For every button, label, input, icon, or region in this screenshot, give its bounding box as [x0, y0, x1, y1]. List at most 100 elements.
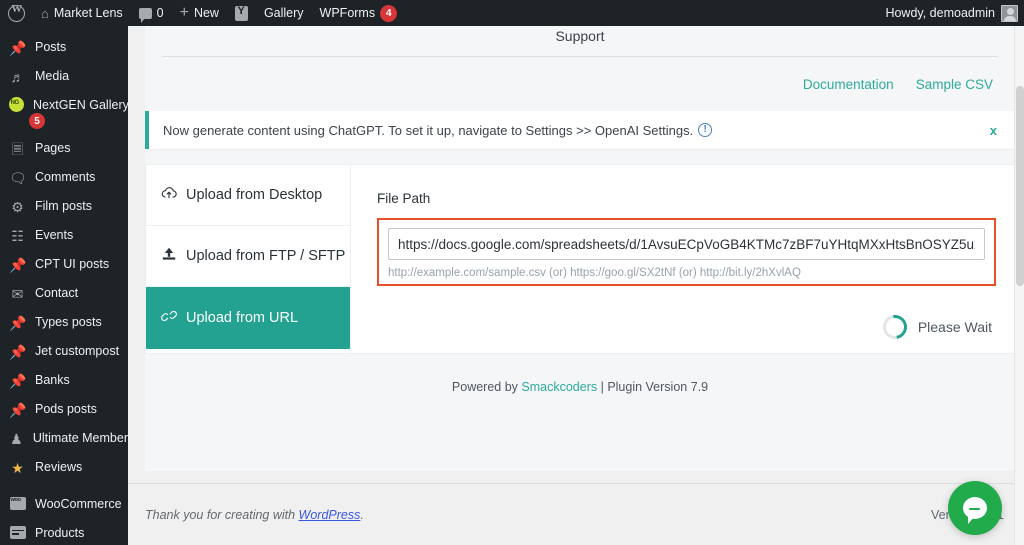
sidebar-item-label: Comments [35, 171, 95, 184]
documentation-link[interactable]: Documentation [803, 77, 894, 92]
pin-icon: 📌 [9, 374, 26, 388]
sidebar-item-jet-custompost[interactable]: 📌 Jet custompost [0, 337, 128, 366]
pin-icon: 📌 [9, 41, 26, 55]
footer-thanks-suffix: . [360, 508, 363, 522]
sidebar-item-contact[interactable]: ✉ Contact [0, 279, 128, 308]
notice-dismiss-button[interactable]: x [990, 123, 1001, 138]
file-path-label: File Path [377, 191, 996, 206]
sidebar-item-label: Media [35, 70, 69, 83]
sidebar-item-products[interactable]: Products [0, 519, 128, 545]
sidebar-item-woocommerce[interactable]: WooCommerce [0, 490, 128, 519]
sidebar-item-media[interactable]: ♬ Media [0, 62, 128, 91]
sidebar-item-reviews[interactable]: ★ Reviews [0, 453, 128, 482]
home-icon: ⌂ [41, 7, 49, 20]
wpforms-count-badge: 4 [380, 5, 397, 22]
file-path-input[interactable] [388, 228, 985, 260]
sidebar-item-label: CPT UI posts [35, 258, 109, 271]
sidebar-item-ultimate-member[interactable]: ♟ Ultimate Member [0, 424, 128, 453]
tab-upload-from-desktop[interactable]: Upload from Desktop [146, 165, 350, 226]
sidebar-item-label: Jet custompost [35, 345, 119, 358]
sidebar-item-film-posts[interactable]: ⚙ Film posts [0, 192, 128, 221]
sidebar-item-cpt-ui-posts[interactable]: 📌 CPT UI posts [0, 250, 128, 279]
browser-page: ⌂ Market Lens 0 + New Gallery WPForms 4 … [0, 0, 1024, 545]
sidebar-item-label: Products [35, 527, 84, 540]
pin-icon: 📌 [9, 403, 26, 417]
yoast-seo-icon [235, 6, 248, 21]
woocommerce-icon [9, 497, 26, 512]
header-links-row: Documentation Sample CSV [145, 57, 1015, 111]
sidebar-item-label: Pods posts [35, 403, 97, 416]
sidebar-item-label: Ultimate Member [33, 432, 128, 445]
sidebar-divider [0, 482, 128, 490]
user-avatar-icon [1001, 5, 1018, 22]
powered-suffix: | Plugin Version 7.9 [597, 380, 708, 394]
comment-bubble-icon [139, 8, 152, 19]
tab-upload-from-url[interactable]: Upload from URL [146, 287, 350, 349]
sidebar-item-label: Pages [35, 142, 70, 155]
notice-message: Now generate content using ChatGPT. To s… [163, 123, 693, 138]
page-scrollbar[interactable] [1014, 26, 1024, 545]
sidebar-item-types-posts[interactable]: 📌 Types posts [0, 308, 128, 337]
support-tab[interactable]: Support [145, 26, 1015, 56]
gallery-label: Gallery [264, 0, 304, 26]
pin-icon: 📌 [9, 316, 26, 330]
sidebar-item-comments[interactable]: 🗨 Comments [0, 163, 128, 192]
gallery-menu[interactable]: Gallery [256, 0, 312, 26]
pin-icon: 📌 [9, 345, 26, 359]
sidebar-item-label: Contact [35, 287, 78, 300]
envelope-icon: ✉ [9, 287, 26, 301]
please-wait-status: Please Wait [883, 315, 992, 339]
sidebar-item-events[interactable]: ☷ Events [0, 221, 128, 250]
new-label: New [194, 0, 219, 26]
loading-spinner-icon [878, 310, 911, 343]
sidebar-item-label: Banks [35, 374, 70, 387]
chat-bubble-icon [963, 497, 987, 519]
upload-form: File Path http://example.com/sample.csv … [351, 165, 1014, 353]
tab-label: Upload from URL [186, 310, 298, 326]
pin-icon: 📌 [9, 258, 26, 272]
admin-sidebar-menu[interactable]: 📌 Posts ♬ Media NextGEN Gallery 5 🗏 Page… [0, 26, 128, 545]
scrollbar-thumb[interactable] [1016, 86, 1024, 286]
chatgpt-notice: Now generate content using ChatGPT. To s… [145, 111, 1015, 149]
chat-widget-button[interactable] [948, 481, 1002, 535]
sidebar-item-pages[interactable]: 🗏 Pages [0, 134, 128, 163]
sidebar-item-label: NextGEN Gallery [33, 99, 128, 112]
wp-admin-bar: ⌂ Market Lens 0 + New Gallery WPForms 4 … [0, 0, 1024, 26]
site-name-menu[interactable]: ⌂ Market Lens [33, 0, 131, 26]
plugin-footer-credit: Powered by Smackcoders | Plugin Version … [145, 354, 1015, 412]
sidebar-item-label: Reviews [35, 461, 82, 474]
sidebar-item-pods-posts[interactable]: 📌 Pods posts [0, 395, 128, 424]
file-path-highlight-box: http://example.com/sample.csv (or) https… [377, 218, 996, 286]
yoast-menu[interactable] [227, 0, 256, 26]
wordpress-link[interactable]: WordPress [299, 508, 361, 522]
calendar-icon: ☷ [9, 229, 26, 243]
tab-label: Upload from FTP / SFTP [186, 248, 345, 264]
tab-upload-from-ftp-sftp[interactable]: Upload from FTP / SFTP [146, 226, 350, 287]
sample-csv-link[interactable]: Sample CSV [916, 77, 993, 92]
upload-arrow-icon [161, 247, 177, 266]
sidebar-item-banks[interactable]: 📌 Banks [0, 366, 128, 395]
wp-logo-menu[interactable] [0, 0, 33, 26]
sidebar-item-posts[interactable]: 📌 Posts [0, 33, 128, 62]
sidebar-item-nextgen-gallery[interactable]: NextGEN Gallery 5 [0, 91, 128, 120]
account-menu[interactable]: Howdy, demoadmin [885, 5, 1024, 22]
wpforms-menu[interactable]: WPForms 4 [312, 0, 406, 26]
footer-thanks-prefix: Thank you for creating with [145, 508, 299, 522]
cloud-upload-icon [161, 186, 177, 204]
pages-icon: 🗏 [9, 142, 26, 156]
tab-label: Upload from Desktop [186, 187, 322, 203]
support-tab-label: Support [555, 28, 604, 44]
smackcoders-link[interactable]: Smackcoders [521, 380, 597, 394]
person-icon: ♟ [9, 432, 24, 446]
wp-admin-footer: Thank you for creating with WordPress. V… [128, 483, 1024, 545]
nextgen-gallery-icon [9, 97, 24, 114]
new-content-menu[interactable]: + New [172, 0, 227, 26]
comments-menu[interactable]: 0 [131, 0, 172, 26]
link-chain-icon [161, 309, 177, 327]
info-circle-icon[interactable]: ! [698, 123, 712, 137]
comment-icon: 🗨 [9, 171, 26, 185]
howdy-label: Howdy, demoadmin [885, 6, 995, 20]
main-content: Support Documentation Sample CSV Now gen… [128, 26, 1024, 545]
sidebar-item-label: WooCommerce [35, 498, 122, 511]
nextgen-update-badge: 5 [29, 113, 45, 129]
